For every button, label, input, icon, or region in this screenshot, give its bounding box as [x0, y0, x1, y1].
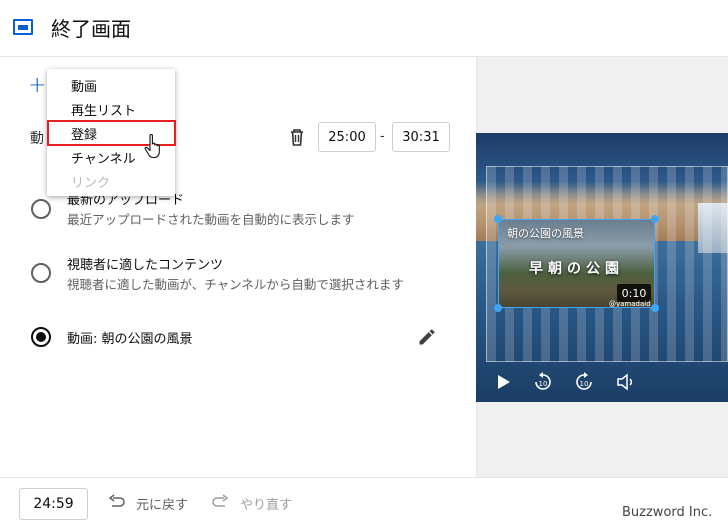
svg-text:10: 10 — [539, 380, 548, 388]
hand-cursor-icon — [144, 134, 160, 159]
add-element-plus-icon[interactable]: + — [28, 75, 46, 97]
resize-handle-bottom-right[interactable] — [651, 304, 659, 312]
playhead-time-input[interactable]: 24:59 — [19, 488, 88, 520]
volume-icon[interactable] — [615, 371, 637, 393]
undo-icon[interactable] — [107, 492, 127, 512]
option-subtitle-best-for-viewer: 視聴者に適した動画が、チャンネルから自動で選択されます — [67, 277, 404, 292]
end-screen-icon — [13, 19, 33, 35]
edit-pencil-icon[interactable] — [417, 327, 437, 347]
resize-handle-bottom-left[interactable] — [494, 304, 502, 312]
page-title: 終了画面 — [51, 17, 131, 41]
radio-latest-upload[interactable] — [31, 199, 51, 219]
option-title-specific-video: 動画: 朝の公園の風景 — [67, 332, 193, 347]
bottom-bar: 24:59 元に戻す やり直す Buzzword Inc. — [0, 477, 728, 530]
header: 終了画面 — [0, 0, 728, 57]
element-start-time-input[interactable]: 25:00 — [318, 122, 376, 152]
play-icon[interactable] — [492, 371, 514, 393]
option-subtitle-latest-upload: 最近アップロードされた動画を自動的に表示します — [67, 212, 355, 227]
element-thumbnail-watermark: @yamadaid — [609, 300, 651, 308]
element-video-title: 朝の公園の風景 — [507, 227, 584, 240]
rewind-10-icon[interactable]: 10 — [532, 371, 554, 393]
menu-item-channel[interactable]: チャンネル — [71, 148, 136, 167]
radio-best-for-viewer[interactable] — [31, 263, 51, 283]
element-row-label: 動 — [30, 131, 44, 147]
redo-button[interactable]: やり直す — [240, 494, 292, 513]
resize-handle-top-right[interactable] — [651, 215, 659, 223]
time-separator: - — [380, 129, 385, 144]
resize-handle-top-left[interactable] — [494, 215, 502, 223]
element-end-time-input[interactable]: 30:31 — [392, 122, 450, 152]
element-thumbnail-text: 早朝の公園 — [529, 261, 624, 277]
svg-text:10: 10 — [580, 380, 589, 388]
redo-icon[interactable] — [210, 492, 230, 512]
option-title-best-for-viewer: 視聴者に適したコンテンツ — [67, 258, 224, 273]
trash-icon[interactable] — [289, 127, 305, 147]
menu-item-link: リンク — [71, 176, 111, 191]
site-watermark: Buzzword Inc. — [622, 505, 713, 520]
menu-item-playlist[interactable]: 再生リスト — [71, 100, 136, 119]
forward-10-icon[interactable]: 10 — [573, 371, 595, 393]
video-element-card[interactable]: 朝の公園の風景 早朝の公園 0:10 @yamadaid — [498, 219, 655, 308]
menu-item-video[interactable]: 動画 — [71, 76, 97, 95]
player-controls: 10 10 — [476, 368, 728, 396]
undo-button[interactable]: 元に戻す — [136, 494, 188, 513]
radio-specific-video[interactable] — [31, 327, 51, 347]
